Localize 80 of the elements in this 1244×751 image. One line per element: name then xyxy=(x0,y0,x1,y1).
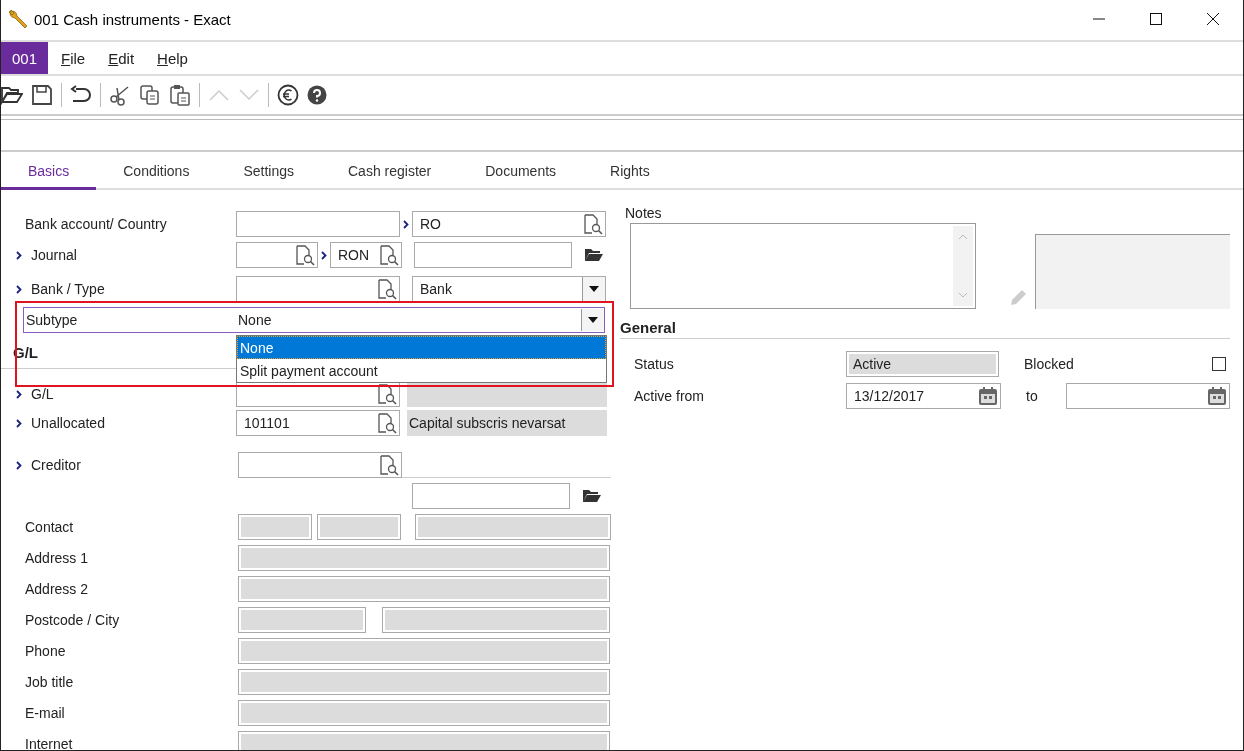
folder-icon[interactable] xyxy=(582,488,602,504)
lookup-icon[interactable] xyxy=(377,412,397,434)
lookup-icon[interactable] xyxy=(377,278,397,300)
input-field[interactable]: 101101 xyxy=(236,410,400,436)
checkbox[interactable] xyxy=(1212,357,1226,371)
lookup-icon[interactable] xyxy=(377,383,397,405)
notes-field[interactable] xyxy=(630,223,976,309)
field-label: Address 1 xyxy=(25,550,89,566)
window-title: 001 Cash instruments - Exact xyxy=(34,10,231,28)
input-field[interactable] xyxy=(236,276,400,302)
chevron-icon[interactable] xyxy=(403,219,409,229)
chevron-icon[interactable] xyxy=(16,250,22,260)
copy-icon[interactable] xyxy=(139,84,161,106)
folder-icon[interactable] xyxy=(584,247,604,263)
maximize-icon[interactable] xyxy=(1150,13,1162,25)
open-folder-icon[interactable] xyxy=(1,85,23,105)
chevron-icon[interactable] xyxy=(16,389,22,399)
field-label: Blocked xyxy=(1024,356,1074,372)
dropdown-option[interactable]: Split payment account xyxy=(237,359,606,382)
field-label: Unallocated xyxy=(31,415,105,431)
field-label: Active from xyxy=(634,388,705,404)
input-field[interactable] xyxy=(236,211,400,237)
field-label: to xyxy=(1026,388,1039,404)
tab[interactable]: Cash register xyxy=(321,152,459,190)
undo-icon[interactable] xyxy=(70,85,92,105)
readonly-field: Capital subscris nevarsat xyxy=(407,410,607,436)
tab[interactable]: Basics xyxy=(1,152,97,190)
save-icon[interactable] xyxy=(31,84,53,106)
calendar-icon[interactable] xyxy=(1207,386,1227,406)
chevron-icon[interactable] xyxy=(321,250,327,260)
chevron-icon[interactable] xyxy=(16,284,22,294)
readonly-field: Active xyxy=(846,351,999,377)
tab[interactable]: Documents xyxy=(458,152,584,190)
lookup-icon[interactable] xyxy=(295,244,315,266)
field-label: Subtype xyxy=(25,312,79,328)
lookup-icon[interactable] xyxy=(583,213,603,235)
company-badge: 001 xyxy=(1,42,48,74)
calendar-icon[interactable] xyxy=(978,386,998,406)
field-label: Bank / Type xyxy=(31,281,105,297)
dropdown-field[interactable]: Bank xyxy=(412,276,606,302)
field-label: Job title xyxy=(25,674,74,690)
input-field[interactable] xyxy=(412,483,570,509)
input-field[interactable] xyxy=(414,242,572,268)
field-label: Internet xyxy=(25,736,73,750)
close-icon[interactable] xyxy=(1207,13,1219,25)
input-field[interactable]: RON xyxy=(330,242,402,268)
field-label: Contact xyxy=(25,519,74,535)
field-label: Postcode / City xyxy=(25,612,120,628)
field-label: Status xyxy=(634,356,675,372)
chevron-icon[interactable] xyxy=(16,460,22,470)
lookup-icon[interactable] xyxy=(379,454,399,476)
field-label: G/L xyxy=(31,386,54,402)
tab[interactable]: Conditions xyxy=(96,152,217,190)
scissors-icon[interactable] xyxy=(109,84,131,106)
field-label: Phone xyxy=(25,643,66,659)
chevron-icon[interactable] xyxy=(16,418,22,428)
dropdown-option[interactable]: None xyxy=(237,336,606,359)
section-title: General xyxy=(620,319,676,336)
menu-item[interactable]: Edit xyxy=(108,49,135,67)
field-label: Bank account/ Country xyxy=(25,216,167,232)
menu-item[interactable]: File xyxy=(61,49,86,67)
tab[interactable]: Rights xyxy=(583,152,677,190)
menu-item[interactable]: Help xyxy=(157,49,188,67)
paste-icon[interactable] xyxy=(169,84,191,106)
field-label: E-mail xyxy=(25,705,65,721)
input-field[interactable] xyxy=(236,242,318,268)
tab[interactable]: Settings xyxy=(216,152,321,190)
field-label: Creditor xyxy=(31,457,81,473)
field-label: Address 2 xyxy=(25,581,89,597)
euro-icon[interactable] xyxy=(277,84,299,106)
input-field[interactable] xyxy=(238,452,402,478)
dropdown-field[interactable]: Subtype None xyxy=(23,307,605,333)
field-label: Notes xyxy=(625,205,662,221)
wrench-icon xyxy=(7,8,29,30)
help-icon[interactable] xyxy=(307,85,327,105)
field-label: Journal xyxy=(31,247,77,263)
date-field[interactable]: 13/12/2017 xyxy=(846,383,1001,409)
date-field[interactable] xyxy=(1066,383,1230,409)
lookup-icon[interactable] xyxy=(379,244,399,266)
input-field[interactable]: RO xyxy=(412,211,606,237)
